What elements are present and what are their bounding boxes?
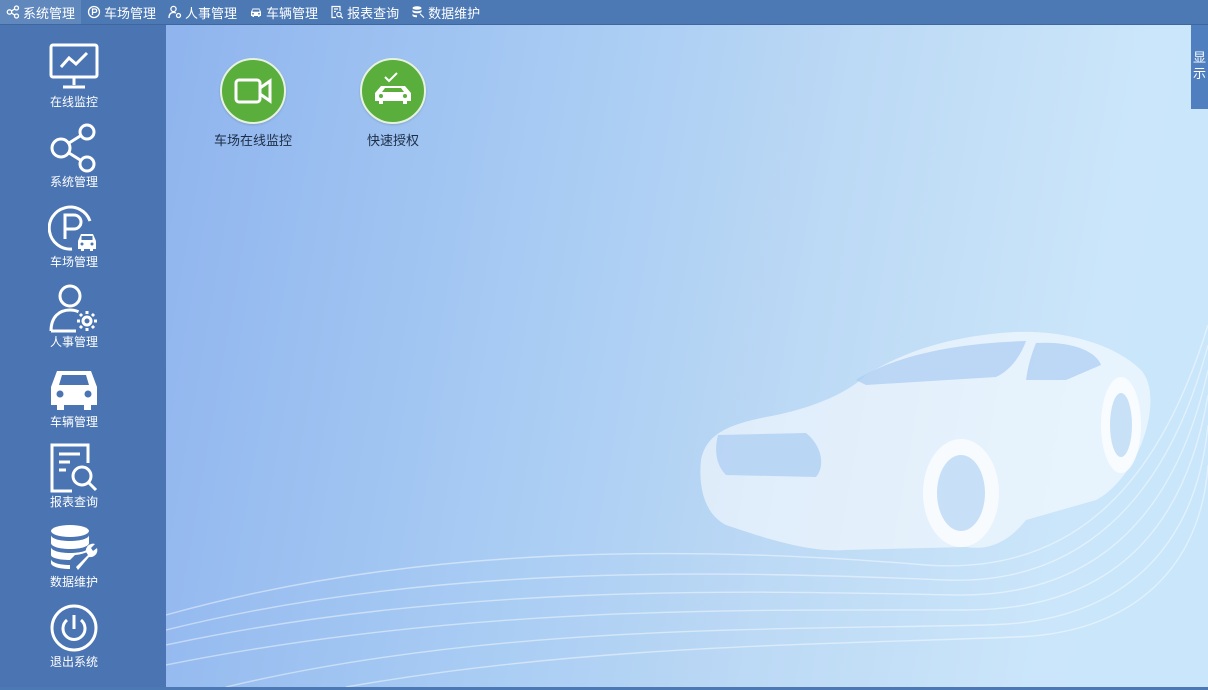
power-icon bbox=[50, 604, 98, 652]
top-menu-data[interactable]: 数据维护 bbox=[405, 0, 486, 24]
top-menu-system-label: 系统管理 bbox=[23, 6, 76, 22]
tile-label: 车场在线监控 bbox=[213, 134, 292, 149]
top-menu-parking-label: 车场管理 bbox=[104, 6, 157, 22]
sidebar-item-label: 车场管理 bbox=[49, 255, 98, 269]
top-menu-data-label: 数据维护 bbox=[428, 6, 481, 22]
top-menu-vehicle-label: 车辆管理 bbox=[266, 6, 319, 22]
database-wrench-icon bbox=[412, 6, 425, 18]
show-panel-tab-text-1: 显 bbox=[1192, 51, 1206, 66]
parking-car-icon bbox=[48, 205, 96, 251]
share-nodes-icon bbox=[6, 5, 20, 19]
top-menu-system[interactable]: 系统管理 bbox=[0, 0, 82, 24]
sidebar-item-personnel[interactable]: 人事管理 bbox=[0, 283, 148, 357]
top-menu-report-label: 报表查询 bbox=[347, 6, 400, 22]
car-check-icon bbox=[375, 72, 411, 104]
tile-icon-circle bbox=[220, 58, 286, 124]
tile-parking-monitor[interactable]: 车场在线监控 bbox=[193, 58, 313, 149]
top-menu-personnel-label: 人事管理 bbox=[185, 6, 238, 22]
sidebar-item-label: 人事管理 bbox=[49, 335, 98, 349]
parking-lot-icon bbox=[87, 5, 101, 19]
report-search-icon bbox=[50, 443, 98, 493]
tile-quick-authorize[interactable]: 快速授权 bbox=[333, 58, 453, 149]
sidebar-item-label: 系统管理 bbox=[49, 175, 98, 189]
user-gear-icon bbox=[168, 5, 182, 19]
car-icon bbox=[251, 8, 262, 17]
monitor-chart-icon bbox=[49, 43, 99, 89]
sidebar-item-parking[interactable]: 车场管理 bbox=[0, 203, 148, 277]
top-menu-parking[interactable]: 车场管理 bbox=[81, 0, 162, 24]
sidebar-item-report[interactable]: 报表查询 bbox=[0, 443, 148, 517]
show-panel-tab-text-2: 示 bbox=[1192, 67, 1206, 82]
share-nodes-icon bbox=[50, 123, 96, 173]
database-wrench-icon bbox=[51, 525, 98, 570]
sidebar: 在线监控 系统管理 车场管理 人事管理 车辆管理 报表查询 数据维护 退出系统 bbox=[0, 25, 166, 687]
sidebar-item-label: 退出系统 bbox=[49, 655, 98, 669]
report-search-icon bbox=[331, 5, 344, 19]
sidebar-item-data[interactable]: 数据维护 bbox=[0, 523, 148, 597]
sidebar-item-label: 在线监控 bbox=[49, 95, 98, 109]
sidebar-item-label: 报表查询 bbox=[49, 495, 98, 509]
user-gear-icon bbox=[49, 284, 97, 333]
main-content: 车场在线监控 快速授权 bbox=[166, 25, 1208, 687]
sidebar-item-system[interactable]: 系统管理 bbox=[0, 123, 148, 197]
car-background-art bbox=[166, 324, 1208, 687]
sidebar-item-online-monitor[interactable]: 在线监控 bbox=[0, 43, 148, 117]
tile-label: 快速授权 bbox=[366, 134, 419, 149]
car-front-icon bbox=[51, 371, 97, 410]
sidebar-item-label: 车辆管理 bbox=[49, 415, 98, 429]
sidebar-item-vehicle[interactable]: 车辆管理 bbox=[0, 363, 148, 437]
video-camera-icon bbox=[234, 78, 272, 104]
sidebar-item-label: 数据维护 bbox=[49, 575, 98, 589]
tile-icon-circle bbox=[360, 58, 426, 124]
sidebar-item-logout[interactable]: 退出系统 bbox=[0, 603, 148, 677]
show-panel-tab[interactable]: 显 示 bbox=[1191, 25, 1208, 109]
top-menu-report[interactable]: 报表查询 bbox=[324, 0, 405, 24]
top-menu-personnel[interactable]: 人事管理 bbox=[162, 0, 243, 24]
top-menu-bar: 系统管理 车场管理 人事管理 车辆管理 报表查询 数据维护 bbox=[0, 0, 1208, 25]
top-menu-vehicle[interactable]: 车辆管理 bbox=[243, 0, 324, 24]
